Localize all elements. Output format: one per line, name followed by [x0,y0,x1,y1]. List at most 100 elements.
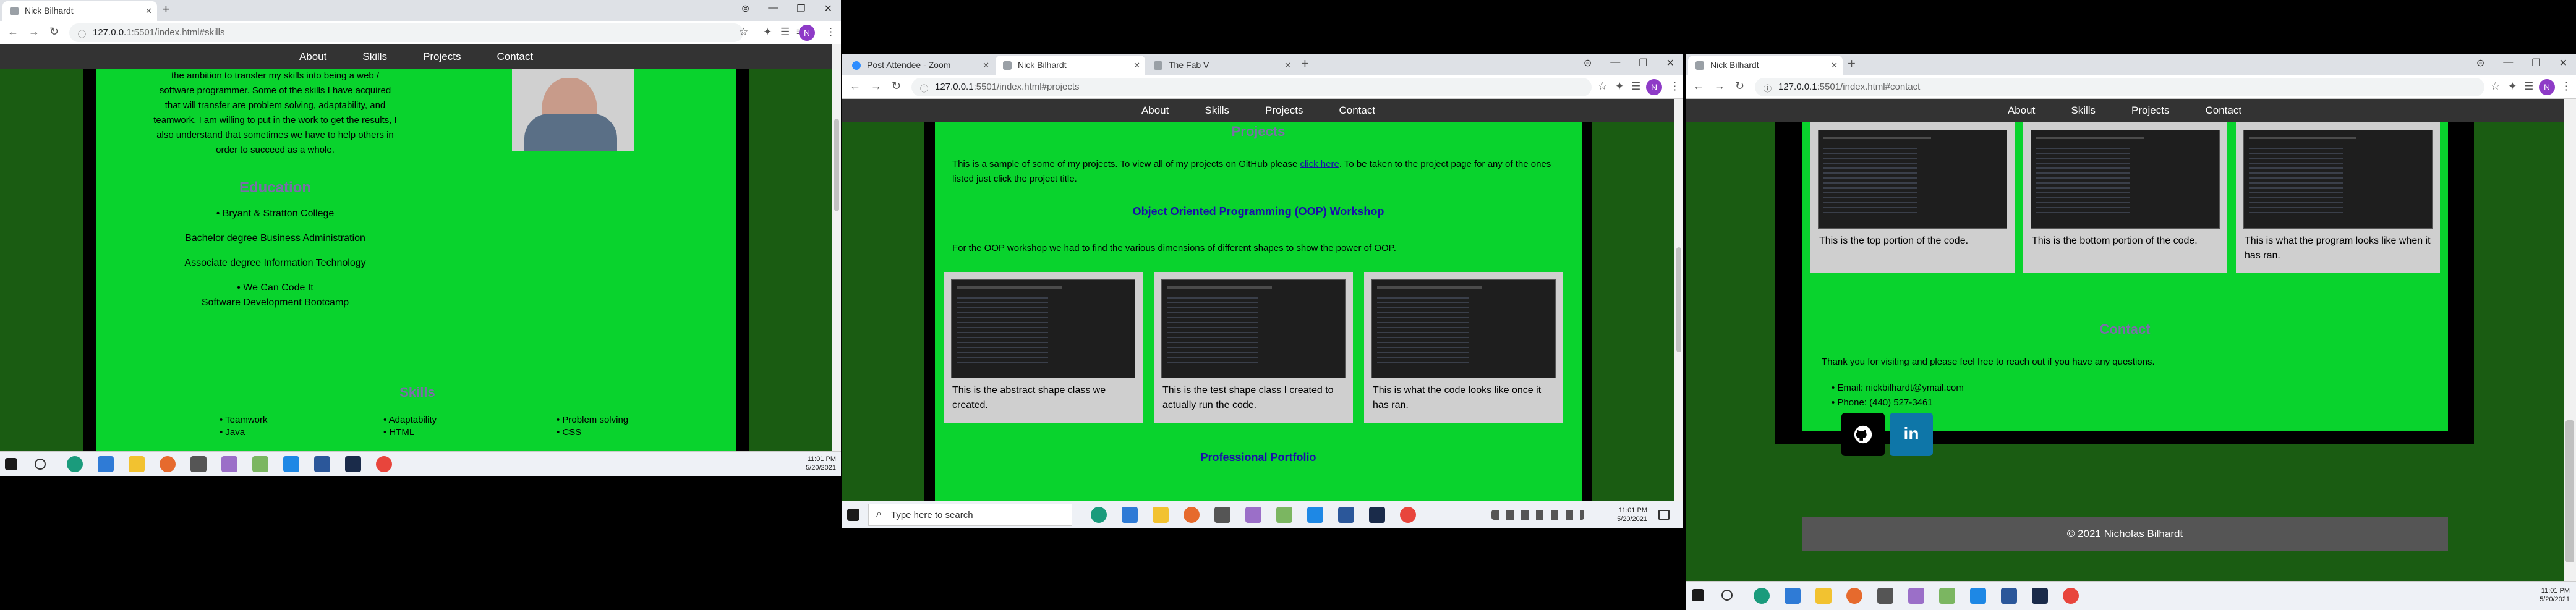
reload-icon[interactable]: ↻ [892,80,901,93]
profile-avatar[interactable]: N [799,25,815,41]
tab-nick-bilhardt[interactable]: Nick Bilhardt ✕ [1688,56,1843,75]
taskbar-clock[interactable]: 11:01 PM 5/20/2021 [798,455,836,472]
nav-about[interactable]: About [299,51,326,69]
media-icon[interactable]: ⊜ [741,2,749,15]
new-tab-icon[interactable]: + [162,1,170,17]
reading-list-icon[interactable]: ☰ [780,26,790,38]
search-icon[interactable] [35,459,46,470]
tab-nick-bilhardt[interactable]: Nick Bilhardt ✕ [2,1,157,21]
terminal-icon[interactable] [1369,507,1385,523]
close-window-icon[interactable]: ✕ [1666,57,1674,69]
file-explorer-icon[interactable] [129,456,145,472]
edge-icon[interactable] [1091,507,1107,523]
close-tab-icon[interactable]: ✕ [983,61,989,70]
page-scrollbar[interactable] [2564,99,2576,581]
start-icon[interactable] [1692,589,1704,601]
chrome-icon[interactable] [2063,588,2079,604]
firefox-icon[interactable] [160,456,176,472]
linkedin-button[interactable]: in [1890,413,1933,456]
vscode-icon[interactable] [1307,507,1323,523]
maximize-icon[interactable]: ❐ [2531,57,2540,69]
file-explorer-icon[interactable] [1815,588,1832,604]
nav-projects[interactable]: Projects [1265,104,1303,122]
taskbar-search[interactable]: ⌕ Type here to search [868,504,1072,526]
app-icon[interactable] [252,456,268,472]
new-tab-icon[interactable]: + [1848,56,1856,72]
system-tray-icons[interactable] [1491,510,1584,520]
app-icon[interactable] [1939,588,1955,604]
project-card[interactable]: This is what the program looks like when… [2236,122,2440,273]
back-icon[interactable]: ← [850,80,861,93]
scrollbar-thumb[interactable] [2565,420,2574,562]
terminal-icon[interactable] [345,456,361,472]
taskbar-clock[interactable]: 11:01 PM 5/20/2021 [2531,587,2570,604]
profile-avatar[interactable]: N [1646,79,1662,95]
tab-fab-v[interactable]: The Fab V ✕ [1146,56,1296,75]
word-icon[interactable] [314,456,330,472]
bookmark-star-icon[interactable]: ☆ [2491,80,2500,93]
edge-icon[interactable] [1754,588,1770,604]
nav-contact[interactable]: Contact [497,51,533,69]
project-card[interactable]: This is the abstract shape class we crea… [944,272,1143,423]
forward-icon[interactable]: → [871,80,882,93]
notifications-icon[interactable] [1658,510,1670,520]
calculator-icon[interactable] [1877,588,1893,604]
forward-icon[interactable]: → [1714,80,1725,93]
search-icon[interactable] [1721,590,1733,601]
taskbar-clock[interactable]: 11:01 PM 5/20/2021 [1609,506,1647,523]
address-bar[interactable]: ⓘ 127.0.0.1:5501/index.html#contact [1755,78,2484,96]
chrome-icon[interactable] [376,456,392,472]
address-bar[interactable]: ⓘ 127.0.0.1:5501/index.html#projects [911,78,1592,96]
calculator-icon[interactable] [190,456,207,472]
back-icon[interactable]: ← [1693,80,1704,93]
nav-about[interactable]: About [2008,104,2035,122]
bookmark-star-icon[interactable]: ☆ [739,26,748,38]
reload-icon[interactable]: ↻ [1735,80,1744,93]
menu-icon[interactable]: ⋮ [825,26,836,38]
terminal-icon[interactable] [2032,588,2048,604]
paint-icon[interactable] [1908,588,1924,604]
paint-icon[interactable] [1245,507,1261,523]
vscode-icon[interactable] [1970,588,1986,604]
photos-icon[interactable] [98,456,114,472]
app-icon[interactable] [1276,507,1292,523]
file-explorer-icon[interactable] [1153,507,1169,523]
photos-icon[interactable] [1785,588,1801,604]
page-scrollbar[interactable] [832,44,841,451]
project-card[interactable]: This is the test shape class I created t… [1154,272,1353,423]
reading-list-icon[interactable]: ☰ [2524,80,2533,93]
nav-skills[interactable]: Skills [1205,104,1229,122]
paint-icon[interactable] [221,456,237,472]
close-window-icon[interactable]: ✕ [2559,57,2567,69]
nav-projects[interactable]: Projects [423,51,461,69]
word-icon[interactable] [1338,507,1354,523]
extensions-icon[interactable]: ✦ [1615,80,1624,93]
start-icon[interactable] [5,458,17,470]
minimize-icon[interactable]: — [2503,57,2513,69]
reading-list-icon[interactable]: ☰ [1631,80,1640,93]
reload-icon[interactable]: ↻ [49,25,59,38]
nav-skills[interactable]: Skills [2071,104,2096,122]
word-icon[interactable] [2001,588,2017,604]
github-button[interactable] [1841,413,1885,456]
media-icon[interactable]: ⊜ [2476,57,2484,69]
nav-projects[interactable]: Projects [2131,104,2169,122]
project-card[interactable]: This is what the code looks like once it… [1364,272,1563,423]
start-icon[interactable] [847,509,859,521]
maximize-icon[interactable]: ❐ [796,2,805,15]
chrome-icon[interactable] [1400,507,1416,523]
page-scrollbar[interactable] [1674,99,1683,501]
minimize-icon[interactable]: — [1610,57,1620,69]
media-icon[interactable]: ⊜ [1584,57,1592,69]
site-info-icon[interactable]: ⓘ [78,28,86,40]
project-card[interactable]: This is the bottom portion of the code. [2023,122,2227,273]
portfolio-project-link[interactable]: Professional Portfolio [935,451,1582,464]
tab-zoom[interactable]: Post Attendee - Zoom ✕ [845,56,994,75]
scrollbar-thumb[interactable] [834,119,839,211]
nav-contact[interactable]: Contact [2205,104,2241,122]
close-tab-icon[interactable]: ✕ [1284,61,1291,70]
nav-skills[interactable]: Skills [362,51,387,69]
profile-avatar[interactable]: N [2539,79,2555,95]
extensions-icon[interactable]: ✦ [763,26,772,38]
forward-icon[interactable]: → [28,25,40,38]
